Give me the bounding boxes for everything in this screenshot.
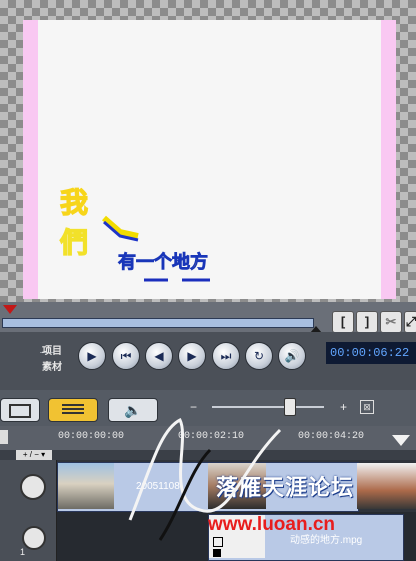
scrubber-handle[interactable] (3, 305, 17, 314)
track-toggle-icon[interactable]: + / − ▾ (16, 450, 52, 460)
video-track-header (0, 460, 57, 512)
zoom-slider-track[interactable] (212, 406, 324, 408)
volume-button[interactable]: 🔊 (278, 342, 306, 370)
svg-text:有一个地方: 有一个地方 (118, 251, 208, 273)
track-number: 1 (20, 547, 26, 557)
clip-thumbnail-3 (357, 463, 416, 509)
next-frame-button[interactable]: ▶ (178, 342, 206, 370)
home-button[interactable]: ⏮ (112, 342, 140, 370)
ruler-label-2: 00:00:04:20 (298, 431, 365, 442)
mark-out-button[interactable]: ] (356, 311, 378, 333)
overlay-reel-icon[interactable] (22, 526, 46, 550)
project-mode-label[interactable]: 项目 (42, 342, 62, 357)
scissors-icon[interactable]: ✂ (380, 311, 402, 333)
ruler-label-0: 00:00:00:00 (58, 431, 125, 442)
expand-icon[interactable]: ⤢ (404, 311, 416, 333)
prev-frame-button[interactable]: ◀ (145, 342, 173, 370)
fit-project-icon[interactable]: ⊠ (360, 400, 374, 414)
play-button[interactable]: ▶ (78, 342, 106, 370)
storyboard-icon (9, 404, 31, 418)
playhead-marker-icon[interactable] (392, 435, 410, 446)
storyboard-view-button[interactable] (0, 398, 40, 422)
timeline-view-button[interactable] (48, 398, 98, 422)
repeat-button[interactable]: ↻ (245, 342, 273, 370)
svg-text:我: 我 (60, 186, 88, 219)
mark-in-button[interactable]: [ (332, 311, 354, 333)
overlay-track-header: 1 (0, 512, 57, 561)
timecode-display[interactable]: 00:00:06:22 (326, 342, 416, 364)
timeline-icon (62, 404, 84, 414)
overlay-title-graphic: 我 們 有一个地方 (58, 180, 248, 295)
clip-mode-label[interactable]: 素材 (42, 358, 62, 373)
scrubber-track[interactable] (2, 318, 314, 328)
end-button[interactable]: ⏭ (212, 342, 240, 370)
ruler-left-icon[interactable] (0, 430, 8, 444)
clip-thumbnail (58, 463, 114, 509)
film-reel-icon[interactable] (20, 474, 46, 500)
watermark-swirl (128, 417, 282, 541)
zoom-in-button[interactable]: + (340, 400, 347, 414)
svg-text:們: 們 (59, 226, 88, 259)
